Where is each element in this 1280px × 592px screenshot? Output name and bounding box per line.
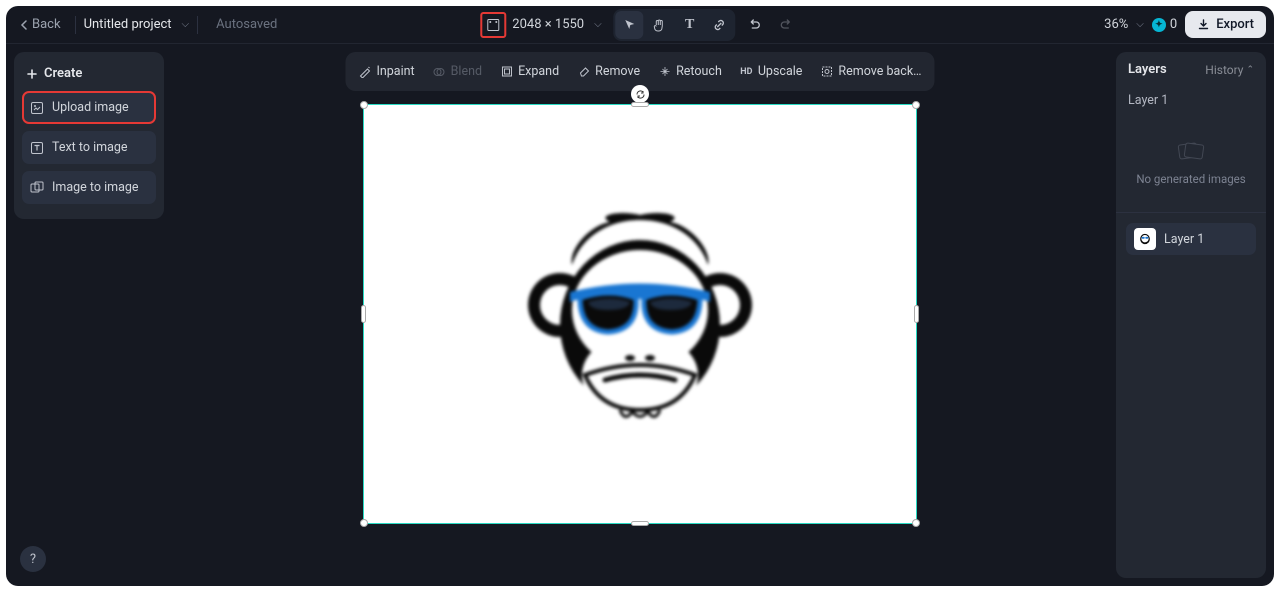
layer-thumbnail [1134, 228, 1156, 250]
download-icon [1197, 18, 1210, 31]
retouch-button[interactable]: Retouch [649, 56, 731, 87]
export-button[interactable]: Export [1185, 11, 1266, 38]
divider [1116, 212, 1266, 213]
empty-images-icon [1177, 140, 1205, 162]
layers-tab[interactable]: Layers [1128, 62, 1167, 77]
text-to-image-icon [30, 141, 44, 155]
help-icon: ? [30, 552, 36, 567]
upload-icon [30, 101, 44, 115]
image-to-image-label: Image to image [52, 180, 139, 195]
inpaint-button[interactable]: Inpaint [349, 56, 423, 87]
image-to-image-button[interactable]: Image to image [22, 171, 156, 204]
wand-icon [358, 65, 371, 78]
export-label: Export [1216, 17, 1254, 32]
hd-icon: HD [740, 65, 753, 78]
upscale-button[interactable]: HD Upscale [731, 56, 812, 87]
resize-handle[interactable] [631, 521, 649, 526]
chevron-down-icon[interactable]: ⌵ [594, 19, 602, 30]
canvas-area[interactable]: Inpaint Blend Expand Remove Retouch [164, 44, 1116, 586]
upload-image-button[interactable]: Upload image [22, 91, 156, 124]
blend-button: Blend [424, 56, 491, 87]
history-tab[interactable]: History ⌃ [1205, 63, 1254, 77]
canvas-image [510, 210, 770, 440]
upload-label: Upload image [52, 100, 129, 115]
hand-tool[interactable] [646, 11, 674, 39]
chevron-down-icon: ⌵ [182, 19, 190, 30]
text-tool[interactable]: T [676, 11, 704, 39]
selected-layer-name: Layer 1 [1116, 87, 1266, 114]
chevron-up-icon: ⌃ [1246, 65, 1254, 75]
create-title: Create [44, 66, 82, 81]
chevron-down-icon: ⌵ [1136, 19, 1144, 30]
project-name: Untitled project [84, 17, 172, 32]
create-panel-header: Create [22, 60, 156, 91]
separator [75, 16, 76, 34]
plus-icon [26, 68, 38, 80]
resize-handle[interactable] [360, 101, 368, 109]
undo-button[interactable] [742, 12, 768, 38]
resize-handle[interactable] [914, 305, 919, 323]
eraser-icon [577, 65, 590, 78]
project-name-dropdown[interactable]: Untitled project ⌵ [84, 17, 190, 32]
back-label: Back [32, 17, 61, 32]
credit-icon: ✦ [1152, 18, 1166, 32]
empty-text: No generated images [1136, 172, 1245, 186]
resize-handle[interactable] [361, 305, 366, 323]
link-tool[interactable] [706, 11, 734, 39]
image-to-image-icon [30, 181, 44, 195]
help-button[interactable]: ? [20, 546, 46, 572]
resize-handle[interactable] [631, 102, 649, 107]
redo-button[interactable] [774, 12, 800, 38]
remove-bg-icon [820, 65, 833, 78]
zoom-value: 36% [1104, 17, 1128, 32]
create-panel: Create Upload image Text to image Image … [14, 52, 164, 219]
remove-background-button[interactable]: Remove back… [811, 56, 930, 87]
text-to-image-button[interactable]: Text to image [22, 131, 156, 164]
expand-button[interactable]: Expand [491, 56, 568, 87]
refresh-button[interactable] [631, 85, 649, 103]
resize-handle[interactable] [360, 519, 368, 527]
remove-button[interactable]: Remove [568, 56, 649, 87]
credit-count: 0 [1170, 17, 1177, 32]
zoom-control[interactable]: 36% ⌵ [1104, 17, 1144, 32]
resize-handle[interactable] [912, 519, 920, 527]
layer-name: Layer 1 [1164, 232, 1204, 247]
top-bar: Back Untitled project ⌵ Autosaved 2048 ×… [6, 6, 1274, 44]
autosave-status: Autosaved [216, 17, 277, 32]
expand-icon [500, 65, 513, 78]
layer-item[interactable]: Layer 1 [1126, 223, 1256, 255]
separator [197, 16, 198, 34]
resize-handle[interactable] [912, 101, 920, 109]
select-tool[interactable] [616, 11, 644, 39]
sparkle-icon [658, 65, 671, 78]
empty-state: No generated images [1116, 114, 1266, 212]
canvas-dimensions[interactable]: 2048 × 1550 [512, 17, 584, 32]
text-to-image-label: Text to image [52, 140, 128, 155]
tool-picker: T [614, 9, 736, 41]
layers-panel: Layers History ⌃ Layer 1 No generated im… [1116, 52, 1266, 578]
canvas[interactable] [363, 104, 917, 524]
blend-icon [433, 65, 446, 78]
credits-button[interactable]: ✦ 0 [1152, 17, 1177, 32]
resize-canvas-button[interactable] [480, 12, 506, 38]
back-button[interactable]: Back [14, 13, 67, 36]
